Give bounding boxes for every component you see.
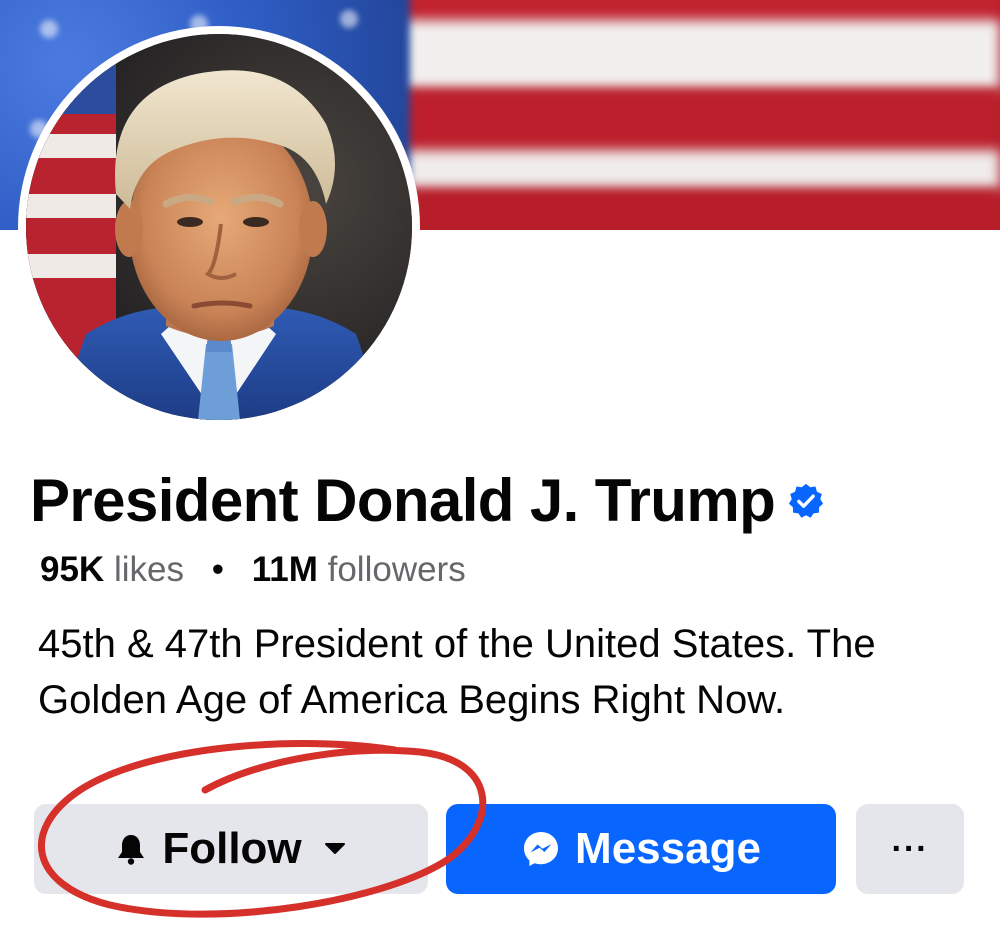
messenger-icon	[521, 829, 561, 869]
likes-count: 95K	[40, 550, 105, 589]
follow-label: Follow	[162, 824, 302, 873]
profile-name: President Donald J. Trump	[30, 467, 776, 534]
verified-badge-icon[interactable]	[787, 482, 825, 520]
profile-stats: 95K likes • 11M followers	[40, 550, 466, 590]
likes-label: likes	[113, 550, 184, 589]
more-options-button[interactable]: ···	[856, 804, 964, 894]
profile-picture[interactable]	[18, 26, 420, 428]
profile-name-row: President Donald J. Trump	[30, 466, 825, 535]
followers-label[interactable]: followers	[328, 550, 466, 589]
message-button[interactable]: Message	[446, 804, 836, 894]
bell-icon	[116, 833, 146, 865]
message-label: Message	[575, 824, 761, 873]
followers-count[interactable]: 11M	[252, 550, 318, 589]
stats-separator: •	[211, 550, 224, 589]
profile-bio: 45th & 47th President of the United Stat…	[38, 622, 876, 722]
caret-down-icon	[324, 842, 346, 856]
ellipsis-icon: ···	[891, 829, 929, 868]
profile-portrait	[26, 34, 412, 420]
follow-button[interactable]: Follow	[34, 804, 428, 894]
